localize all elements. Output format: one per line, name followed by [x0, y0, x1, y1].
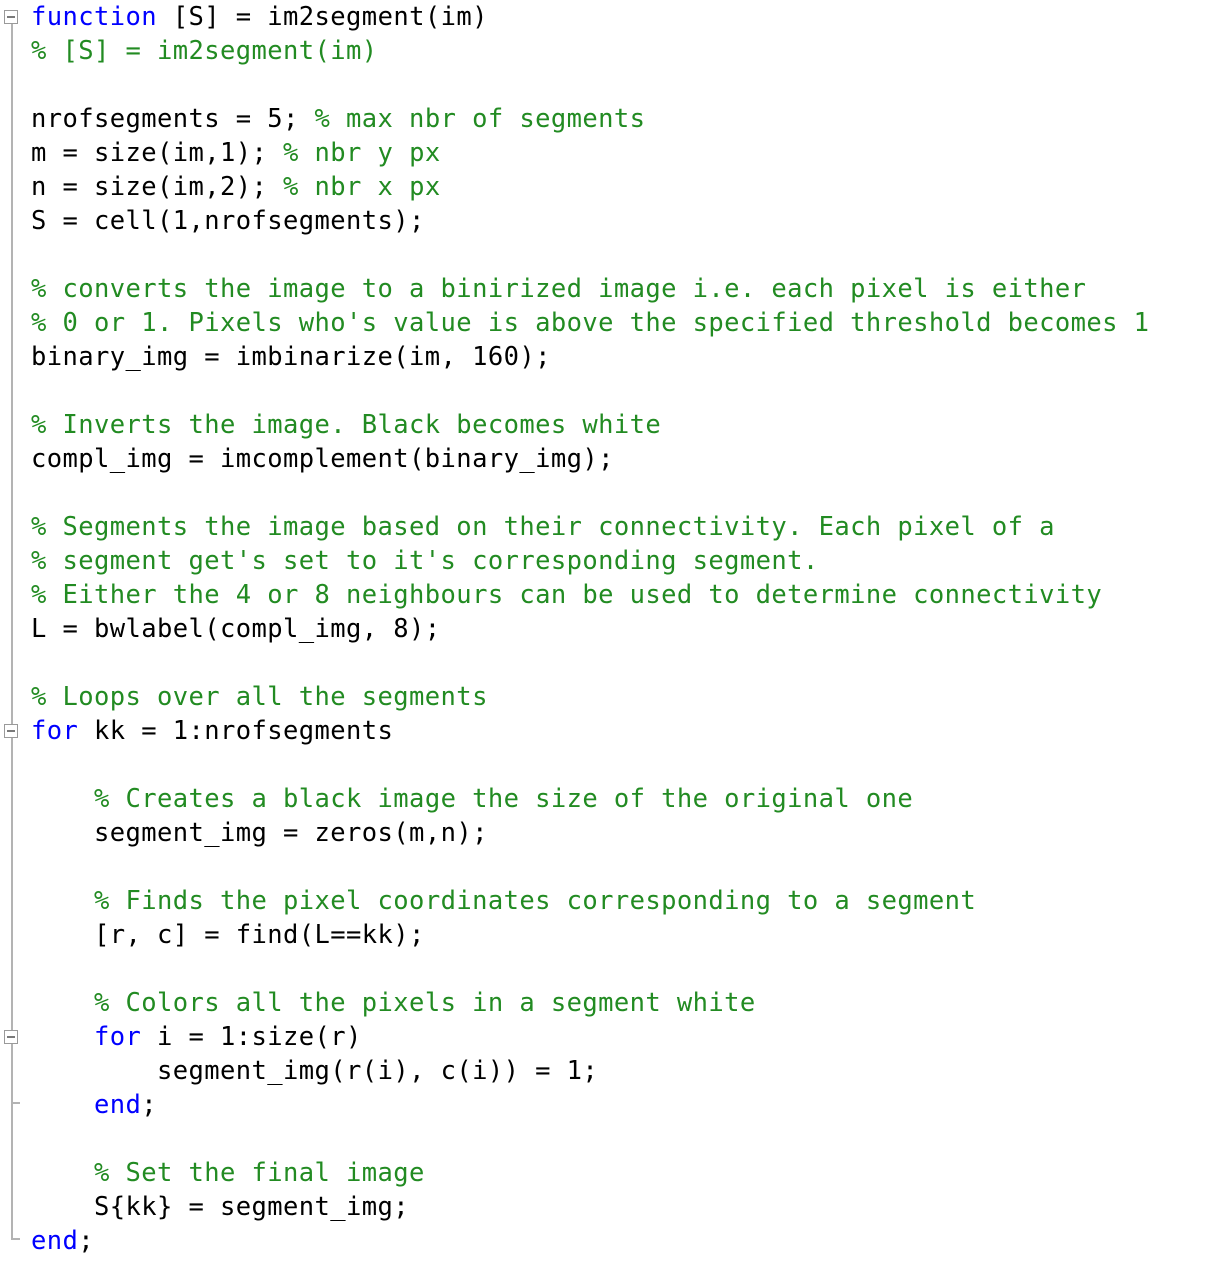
code-keyword: for: [31, 716, 79, 746]
code-line[interactable]: compl_img = imcomplement(binary_img);: [31, 442, 614, 476]
code-line[interactable]: n = size(im,2); % nbr x px: [31, 170, 441, 204]
fold-end-tick-inner-for: [11, 1102, 20, 1104]
code-editor[interactable]: function [S] = im2segment(im)% [S] = im2…: [0, 0, 1206, 1276]
code-text: S = cell(1,nrofsegments);: [31, 206, 425, 236]
fold-gutter-function: [11, 24, 13, 1238]
code-text: ;: [141, 1090, 158, 1120]
code-line[interactable]: % Set the final image: [31, 1156, 425, 1190]
code-comment: % max nbr of segments: [314, 104, 646, 134]
code-line[interactable]: L = bwlabel(compl_img, 8);: [31, 612, 441, 646]
code-comment: % Creates a black image the size of the …: [94, 784, 914, 814]
code-line[interactable]: % Either the 4 or 8 neighbours can be us…: [31, 578, 1102, 612]
code-line[interactable]: % segment get's set to it's correspondin…: [31, 544, 819, 578]
code-text: S{kk} = segment_img;: [94, 1192, 410, 1222]
code-comment: % 0 or 1. Pixels who's value is above th…: [31, 308, 1150, 338]
code-text: [r, c] = find(L==kk);: [94, 920, 425, 950]
code-text: m = size(im,1);: [31, 138, 284, 168]
code-line[interactable]: S{kk} = segment_img;: [31, 1190, 409, 1224]
code-keyword: end: [31, 1226, 79, 1256]
code-line[interactable]: % Finds the pixel coordinates correspond…: [31, 884, 976, 918]
code-comment: % Finds the pixel coordinates correspond…: [94, 886, 977, 916]
code-text: segment_img(r(i), c(i)) = 1;: [157, 1056, 599, 1086]
code-comment: % Set the final image: [94, 1158, 425, 1188]
code-line[interactable]: nrofsegments = 5; % max nbr of segments: [31, 102, 645, 136]
fold-toggle-function[interactable]: [4, 10, 18, 24]
code-text: n = size(im,2);: [31, 172, 284, 202]
code-comment: % converts the image to a binirized imag…: [31, 274, 1087, 304]
code-line[interactable]: % converts the image to a binirized imag…: [31, 272, 1086, 306]
code-text: kk = 1:nrofsegments: [78, 716, 394, 746]
fold-end-tick-function: [11, 1238, 20, 1240]
code-text: binary_img = imbinarize(im, 160);: [31, 342, 551, 372]
code-line[interactable]: segment_img = zeros(m,n);: [31, 816, 488, 850]
code-comment: % nbr x px: [283, 172, 441, 202]
code-text: nrofsegments = 5;: [31, 104, 315, 134]
code-line[interactable]: % Colors all the pixels in a segment whi…: [31, 986, 756, 1020]
code-line[interactable]: % Segments the image based on their conn…: [31, 510, 1055, 544]
code-line[interactable]: % Creates a black image the size of the …: [31, 782, 913, 816]
code-line[interactable]: [r, c] = find(L==kk);: [31, 918, 425, 952]
code-comment: % Either the 4 or 8 neighbours can be us…: [31, 580, 1103, 610]
code-comment: % Loops over all the segments: [31, 682, 488, 712]
code-line[interactable]: % [S] = im2segment(im): [31, 34, 378, 68]
code-keyword: function: [31, 2, 158, 32]
code-keyword: end: [94, 1090, 142, 1120]
code-text: L = bwlabel(compl_img, 8);: [31, 614, 441, 644]
code-comment: % segment get's set to it's correspondin…: [31, 546, 819, 576]
code-line[interactable]: for i = 1:size(r): [31, 1020, 362, 1054]
code-line[interactable]: function [S] = im2segment(im): [31, 0, 488, 34]
code-line[interactable]: for kk = 1:nrofsegments: [31, 714, 393, 748]
code-line[interactable]: end;: [31, 1088, 157, 1122]
code-line[interactable]: m = size(im,1); % nbr y px: [31, 136, 441, 170]
code-comment: % nbr y px: [283, 138, 441, 168]
code-text: i = 1:size(r): [141, 1022, 362, 1052]
code-comment: % Segments the image based on their conn…: [31, 512, 1055, 542]
code-keyword: for: [94, 1022, 142, 1052]
fold-toggle-outer-for[interactable]: [4, 724, 18, 738]
code-comment: % Colors all the pixels in a segment whi…: [94, 988, 756, 1018]
code-line[interactable]: % Inverts the image. Black becomes white: [31, 408, 661, 442]
code-line[interactable]: binary_img = imbinarize(im, 160);: [31, 340, 551, 374]
code-text: ;: [78, 1226, 95, 1256]
code-line[interactable]: segment_img(r(i), c(i)) = 1;: [31, 1054, 598, 1088]
code-line[interactable]: % Loops over all the segments: [31, 680, 488, 714]
code-comment: % [S] = im2segment(im): [31, 36, 378, 66]
code-text: compl_img = imcomplement(binary_img);: [31, 444, 614, 474]
code-text: segment_img = zeros(m,n);: [94, 818, 488, 848]
code-line[interactable]: % 0 or 1. Pixels who's value is above th…: [31, 306, 1149, 340]
code-comment: % Inverts the image. Black becomes white: [31, 410, 662, 440]
code-line[interactable]: end;: [31, 1224, 94, 1258]
fold-toggle-inner-for[interactable]: [4, 1030, 18, 1044]
code-text: [S] = im2segment(im): [157, 2, 488, 32]
code-line[interactable]: S = cell(1,nrofsegments);: [31, 204, 425, 238]
